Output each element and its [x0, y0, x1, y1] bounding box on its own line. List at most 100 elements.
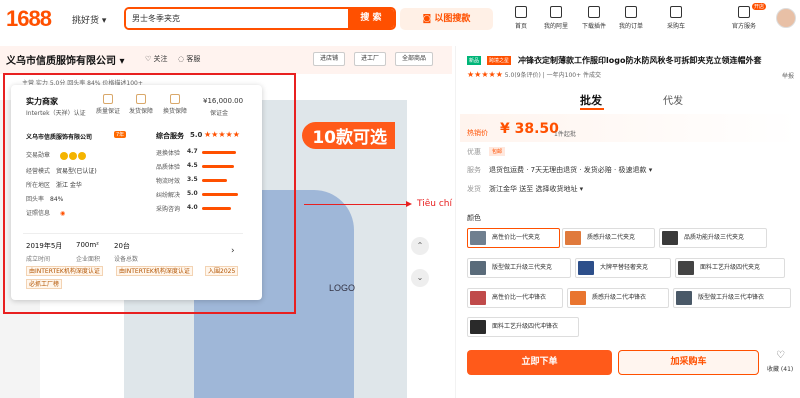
rating-text: 5.0(9条评价) | 一年内100+ 件成交 — [504, 72, 602, 79]
nav-label: 我的订单 — [618, 23, 643, 30]
row-medal: 交易勋章 — [26, 150, 87, 160]
color-option[interactable]: 面料工艺升级四代冲锋衣 — [467, 317, 579, 337]
service-icon — [738, 6, 750, 18]
ship-value[interactable]: 浙江金华 送至 选择收货地址 ▾ — [489, 184, 583, 194]
follow-button[interactable]: ♡ 关注 — [145, 54, 168, 64]
nav-label: 采购车 — [666, 23, 685, 30]
row-label: 交易勋章 — [26, 152, 51, 159]
score-bar — [202, 151, 236, 154]
color-option[interactable]: 质感升级二代冲锋衣 — [567, 288, 669, 308]
download-icon — [588, 6, 600, 18]
buy-now-button[interactable]: 立即下单 — [467, 350, 612, 375]
cert-tag: 入围2025 — [205, 266, 239, 276]
cert-tag: 由INTERTEK机构深度认证 — [26, 266, 103, 276]
fact-founded-label: 成立时间 — [26, 256, 51, 263]
score-title: 综合服务 — [156, 132, 184, 140]
tab-dropship[interactable]: 代发 — [663, 92, 683, 107]
ship-label: 发货 — [467, 185, 481, 193]
heart-icon[interactable]: ♡ — [776, 350, 785, 361]
search-input[interactable] — [126, 9, 351, 28]
deposit-amount: ¥16,000.00 — [203, 97, 244, 105]
cert-tag: 必抓工厂榜 — [26, 279, 63, 289]
color-option[interactable]: 高性价比一代冲锋衣 — [467, 288, 563, 308]
color-swatch — [470, 231, 486, 245]
logo-print: LOGO — [329, 283, 356, 293]
price-value: ¥ 38.50 — [500, 121, 559, 137]
nav-cart[interactable]: 采购车 — [660, 6, 692, 30]
guarantee-exchange: 换货保障 — [161, 94, 189, 115]
tab-wholesale[interactable]: 批发 — [580, 92, 602, 108]
row-label: 经营模式 — [26, 168, 51, 175]
cart-icon — [670, 6, 682, 18]
favorite-count[interactable]: 收藏 (41) — [767, 364, 793, 373]
enter-store-button[interactable]: 进店铺 — [313, 52, 346, 66]
exchange-icon — [170, 94, 180, 104]
row-value: 贸易型(已认证) — [56, 168, 97, 175]
fact-area: 700m² — [76, 241, 99, 249]
score-label: 纠纷解决 — [156, 192, 181, 199]
nav-my-ali[interactable]: 我的阿里 — [540, 6, 572, 30]
guarantee-shipping: 发货保障 — [127, 94, 155, 115]
score-stars: ★★★★★ — [204, 130, 240, 139]
price-label: 热销价 — [467, 129, 488, 137]
customer-service-button[interactable]: ◌ 客服 — [178, 54, 200, 64]
color-swatch — [678, 261, 694, 275]
color-option[interactable]: 品质功能升级三代夹克 — [659, 228, 767, 248]
row-license[interactable]: 证照信息 ◉ — [26, 208, 65, 217]
product-title: 冲锋衣定制薄款工作服印logo防水防风秋冬可拆卸夹克立领连帽外套 — [518, 56, 762, 65]
score-label: 物流时效 — [156, 178, 181, 185]
guarantee-quality: 质量保证 — [94, 94, 122, 115]
color-swatch — [470, 261, 486, 275]
nav-download[interactable]: 下载插件 — [578, 6, 610, 30]
color-option[interactable]: 质感升级二代夹克 — [562, 228, 655, 248]
site-logo[interactable]: 1688 — [6, 6, 52, 32]
nav-home[interactable]: 首页 — [505, 6, 537, 30]
hot-tag: 跨境之星 — [487, 56, 512, 65]
follow-label: 关注 — [153, 55, 168, 63]
color-swatch — [570, 291, 586, 305]
user-icon — [550, 6, 562, 18]
product-rating[interactable]: ★★★★★ 5.0(9条评价) | 一年内100+ 件成交 — [467, 70, 601, 79]
avatar[interactable] — [776, 8, 796, 28]
color-option[interactable]: 版型做工升级三代冲锋衣 — [673, 288, 791, 308]
score-number: 4.5 — [187, 162, 198, 169]
home-icon — [515, 6, 527, 18]
enter-factory-button[interactable]: 进工厂 — [354, 52, 387, 66]
cs-label: 客服 — [186, 55, 201, 63]
next-image-button[interactable]: ⌄ — [411, 269, 429, 287]
color-swatch — [662, 231, 678, 245]
color-option[interactable]: 版型做工升级三代夹克 — [467, 258, 571, 278]
store-name[interactable]: 义乌市信质服饰有限公司 ▾ — [6, 52, 125, 67]
color-label: 高性价比一代夹克 — [492, 234, 541, 241]
nav-label: 我的阿里 — [543, 23, 568, 30]
category-select[interactable]: 挑好货 ▾ — [72, 13, 106, 26]
guarantee-label: 质量保证 — [95, 108, 120, 115]
color-swatch — [565, 231, 581, 245]
fact-equipment-label: 设备总数 — [114, 256, 139, 263]
row-value: 浙江 金华 — [56, 182, 82, 189]
open-shop-badge: 开店 — [752, 3, 767, 10]
all-products-button[interactable]: 全部商品 — [395, 52, 434, 66]
license-icon: ◉ — [59, 210, 66, 217]
row-label: 所在地区 — [26, 182, 51, 189]
service-value[interactable]: 退货包运费 · 7天无理由退货 · 发货必赔 · 极速退款 ▾ — [489, 165, 652, 175]
search-button[interactable]: 搜 索 — [348, 9, 394, 28]
color-option[interactable]: 面料工艺升级四代夹克 — [675, 258, 785, 278]
color-label: 质感升级二代夹克 — [587, 234, 636, 241]
nav-orders[interactable]: 我的订单 — [615, 6, 647, 30]
chevron-right-icon[interactable]: › — [231, 246, 235, 256]
color-label: 版型做工升级三代冲锋衣 — [698, 294, 765, 301]
color-label: 质感升级二代冲锋衣 — [592, 294, 647, 301]
prev-image-button[interactable]: ⌃ — [411, 237, 429, 255]
color-option[interactable]: 大牌平替轻奢夹克 — [575, 258, 671, 278]
color-option[interactable]: 高性价比一代夹克 — [467, 228, 560, 248]
report-link[interactable]: 举报 — [782, 71, 794, 80]
image-search-button[interactable]: ◙ 以图搜款 — [400, 8, 493, 30]
add-to-cart-button[interactable]: 加采购车 — [618, 350, 759, 375]
image-banner: 10款可选 — [302, 122, 395, 149]
row-region: 所在地区 浙江 金华 — [26, 180, 82, 189]
chevron-up-icon: ⌃ — [416, 241, 424, 250]
color-label: 高性价比一代冲锋衣 — [492, 294, 547, 301]
rating-stars: ★★★★★ — [467, 70, 503, 79]
color-label: 颜色 — [467, 214, 481, 222]
